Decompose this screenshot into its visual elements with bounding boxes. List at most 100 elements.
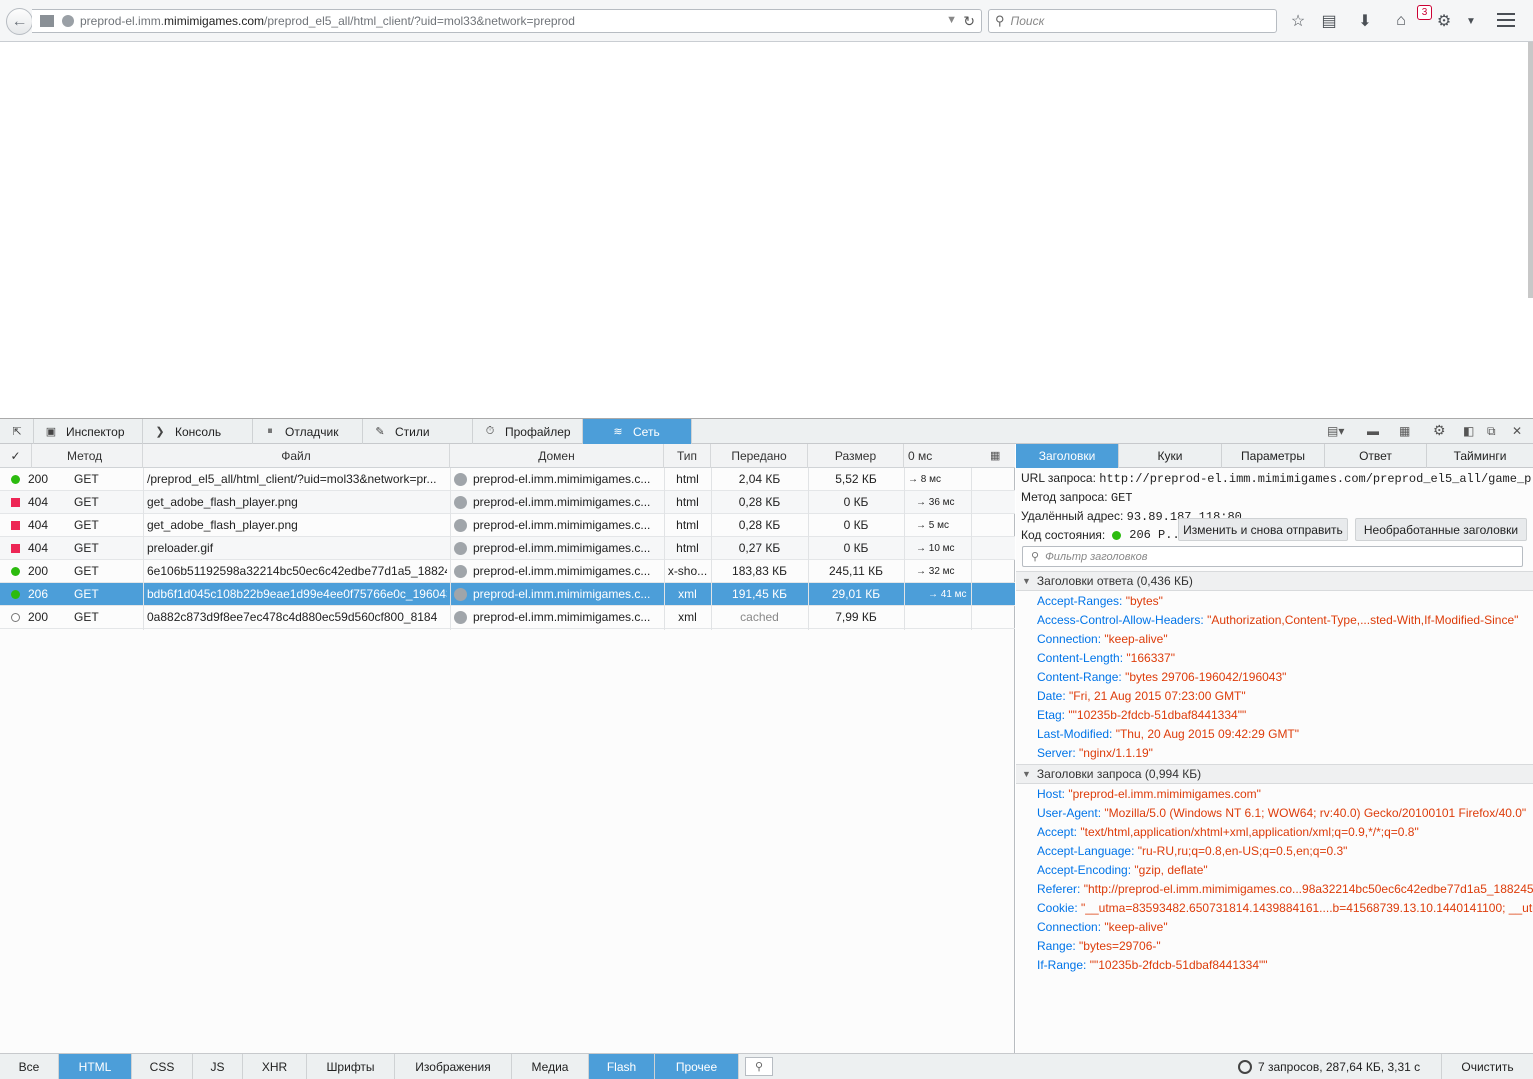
tab-headers[interactable]: Заголовки bbox=[1016, 444, 1119, 468]
header-row[interactable]: Accept-Language: "ru-RU,ru;q=0.8,en-US;q… bbox=[1037, 844, 1347, 858]
header-row[interactable]: If-Range: ""10235b-2fdcb-51dbaf8441334"" bbox=[1037, 958, 1268, 972]
header-row[interactable]: User-Agent: "Mozilla/5.0 (Windows NT 6.1… bbox=[1037, 806, 1526, 820]
header-row[interactable]: Referer: "http://preprod-el.imm.mimimiga… bbox=[1037, 882, 1533, 896]
header-row[interactable]: Accept-Ranges: "bytes" bbox=[1037, 594, 1163, 608]
filter-media[interactable]: Медиа bbox=[512, 1054, 589, 1079]
table-row[interactable]: 200 GET 0a882c873d9f8ee7ec478c4d880ec59d56… bbox=[0, 606, 1015, 629]
domain-cell: preprod-el.imm.mimimigames.c... bbox=[454, 583, 662, 605]
edit-resend-button[interactable]: Изменить и снова отправить bbox=[1178, 518, 1348, 541]
tab-inspector[interactable]: ▣ Инспектор bbox=[34, 419, 143, 444]
filter-js[interactable]: JS bbox=[193, 1054, 243, 1079]
filter-flash[interactable]: Flash bbox=[589, 1054, 655, 1079]
column-transferred[interactable]: Передано bbox=[711, 444, 808, 468]
table-row[interactable]: 200 GET/preprod_el5_all/html_client/?uid=… bbox=[0, 468, 1015, 491]
header-row[interactable]: Accept-Encoding: "gzip, deflate" bbox=[1037, 863, 1208, 877]
timing-cell-text: → 10 мс bbox=[916, 542, 955, 554]
browser-toolbar: ← preprod-el.imm.mimimigames.com/preprod… bbox=[0, 0, 1533, 42]
table-row[interactable]: 404 GET get_adobe_flash_player.png preprod-… bbox=[0, 514, 1015, 537]
status-cell-text: 200 bbox=[28, 472, 49, 486]
search-input[interactable]: ⚲ Поиск bbox=[988, 9, 1277, 33]
filter-xhr[interactable]: XHR bbox=[243, 1054, 307, 1079]
tab-network[interactable]: ≋ Сеть bbox=[583, 419, 692, 444]
home-icon[interactable]: ⌂ bbox=[1391, 11, 1411, 31]
header-row[interactable]: Content-Length: "166337" bbox=[1037, 651, 1175, 665]
chevron-down-icon[interactable]: ▼ bbox=[1461, 11, 1481, 31]
size-cell: 0 КБ bbox=[808, 537, 904, 559]
column-size[interactable]: Размер bbox=[808, 444, 904, 468]
table-row[interactable]: 200 GET 6e106b51192598a32214bc50ec6c42edbe… bbox=[0, 560, 1015, 583]
header-row[interactable]: Connection: "keep-alive" bbox=[1037, 632, 1168, 646]
notification-badge[interactable]: 3 bbox=[1417, 5, 1432, 20]
timing-cell bbox=[908, 606, 998, 628]
response-headers-section[interactable]: ▼ Заголовки ответа (0,436 КБ) bbox=[1016, 571, 1533, 591]
header-row[interactable]: Cookie: "__utma=83593482.650731814.14398… bbox=[1037, 901, 1533, 915]
filter-images[interactable]: Изображения bbox=[395, 1054, 512, 1079]
tab-label: Сеть bbox=[633, 424, 660, 439]
tab-label: Инспектор bbox=[66, 424, 125, 439]
responsive-icon[interactable]: ▦ bbox=[1399, 424, 1410, 438]
status-cell: 404 bbox=[11, 514, 56, 536]
header-row[interactable]: Last-Modified: "Thu, 20 Aug 2015 09:42:2… bbox=[1037, 727, 1299, 741]
tab-cookies[interactable]: Куки bbox=[1119, 444, 1222, 468]
tab-styles[interactable]: ✎ Стили bbox=[363, 419, 473, 444]
filter-other[interactable]: Прочее bbox=[655, 1054, 739, 1079]
header-value: "bytes 29706-196042/196043" bbox=[1125, 670, 1287, 684]
method-cell-text: GET bbox=[74, 495, 99, 509]
collapse-panel-icon[interactable]: ▦ bbox=[990, 449, 1000, 462]
column-domain[interactable]: Домен bbox=[450, 444, 664, 468]
timing-cell: → 8 мс bbox=[908, 468, 998, 490]
close-icon[interactable]: ✕ bbox=[1512, 424, 1522, 438]
column-type[interactable]: Тип bbox=[664, 444, 711, 468]
header-row[interactable]: Content-Range: "bytes 29706-196042/19604… bbox=[1037, 670, 1286, 684]
tab-debugger[interactable]: ⏸ Отладчик bbox=[253, 419, 363, 444]
split-console-icon[interactable]: ▤▾ bbox=[1327, 424, 1344, 438]
header-row[interactable]: Server: "nginx/1.1.19" bbox=[1037, 746, 1153, 760]
filter-search-button[interactable]: ⚲ bbox=[745, 1057, 773, 1076]
reading-list-icon[interactable]: ▤ bbox=[1319, 11, 1339, 31]
header-row[interactable]: Connection: "keep-alive" bbox=[1037, 920, 1168, 934]
scrollbar[interactable] bbox=[1528, 42, 1533, 298]
bookmark-star-icon[interactable]: ☆ bbox=[1288, 11, 1308, 31]
menu-icon[interactable] bbox=[1497, 13, 1515, 27]
filter-fonts[interactable]: Шрифты bbox=[307, 1054, 395, 1079]
back-button[interactable]: ← bbox=[6, 8, 33, 35]
undock-icon[interactable]: ⧉ bbox=[1487, 424, 1496, 439]
element-picker-button[interactable]: ⇱ bbox=[0, 419, 34, 444]
header-row[interactable]: Access-Control-Allow-Headers: "Authoriza… bbox=[1037, 613, 1518, 627]
download-icon[interactable]: ⬇ bbox=[1355, 11, 1375, 31]
tab-params[interactable]: Параметры bbox=[1222, 444, 1325, 468]
table-row[interactable]: 206 GET bdb6f1d045c108b22b9eae1d99e4ee0f75… bbox=[0, 583, 1015, 606]
dock-bottom-icon[interactable]: ▬ bbox=[1367, 424, 1379, 438]
tab-response[interactable]: Ответ bbox=[1325, 444, 1427, 468]
reload-icon[interactable]: ↻ bbox=[963, 13, 975, 30]
header-row[interactable]: Accept: "text/html,application/xhtml+xml… bbox=[1037, 825, 1419, 839]
url-dropdown-icon[interactable]: ▼ bbox=[946, 14, 957, 26]
filter-css[interactable]: CSS bbox=[132, 1054, 193, 1079]
settings-gear-icon[interactable]: ⚙ bbox=[1433, 422, 1446, 439]
column-method[interactable]: Метод bbox=[32, 444, 143, 468]
table-row[interactable]: 404 GET get_adobe_flash_player.png preprod-… bbox=[0, 491, 1015, 514]
header-row[interactable]: Date: "Fri, 21 Aug 2015 07:23:00 GMT" bbox=[1037, 689, 1246, 703]
filter-toolbar: Все HTML CSS JS XHR Шрифты Изображения М… bbox=[0, 1053, 1533, 1079]
type-cell-text: x-sho... bbox=[667, 564, 708, 578]
clear-button[interactable]: Очистить bbox=[1441, 1054, 1533, 1079]
url-bar[interactable]: preprod-el.imm.mimimigames.com/preprod_e… bbox=[32, 9, 982, 33]
status-dot-icon bbox=[11, 497, 20, 507]
raw-headers-button[interactable]: Необработанные заголовки bbox=[1355, 518, 1527, 541]
header-row[interactable]: Host: "preprod-el.imm.mimimigames.com" bbox=[1037, 787, 1261, 801]
status-cell-text: 200 bbox=[28, 610, 49, 624]
dock-side-icon[interactable]: ◧ bbox=[1463, 424, 1474, 438]
request-headers-section[interactable]: ▼ Заголовки запроса (0,994 КБ) bbox=[1016, 764, 1533, 784]
header-row[interactable]: Range: "bytes=29706-" bbox=[1037, 939, 1161, 953]
headers-filter-input[interactable]: ⚲ Фильтр заголовков bbox=[1022, 546, 1523, 567]
tab-profiler[interactable]: ⏱ Профайлер bbox=[473, 419, 583, 444]
addon-icon[interactable]: ⚙ bbox=[1434, 11, 1454, 31]
filter-html[interactable]: HTML bbox=[59, 1054, 132, 1079]
column-file[interactable]: Файл bbox=[143, 444, 450, 468]
tab-timings[interactable]: Тайминги bbox=[1427, 444, 1533, 468]
column-status[interactable]: ✓ bbox=[0, 444, 32, 468]
table-row[interactable]: 404 GET preloader.gif preprod-el.imm.mimimi… bbox=[0, 537, 1015, 560]
filter-all[interactable]: Все bbox=[0, 1054, 59, 1079]
header-row[interactable]: Etag: ""10235b-2fdcb-51dbaf8441334"" bbox=[1037, 708, 1246, 722]
tab-console[interactable]: ❯ Консоль bbox=[143, 419, 253, 444]
